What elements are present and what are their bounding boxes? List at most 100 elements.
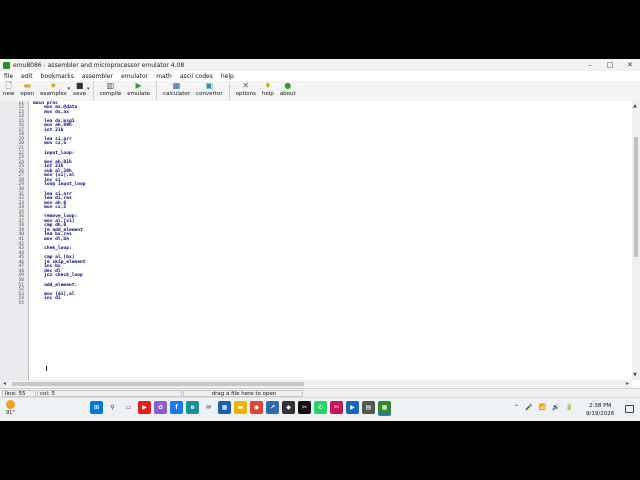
examples-button[interactable]: ★ examples xyxy=(40,81,67,98)
toolbar: 🗋 new ▬ open ★ examples ▾ ■ save ▾ ▥ compile ▶ emulat… xyxy=(0,81,640,102)
file-explorer-icon[interactable]: ▬ xyxy=(234,401,247,414)
mail-icon[interactable]: ✉ xyxy=(202,401,215,414)
new-file-icon: 🗋 xyxy=(5,81,12,90)
menu-assembler[interactable]: assembler xyxy=(78,73,117,80)
calculator-icon: ▦ xyxy=(172,81,181,90)
status-line: line: 55 xyxy=(2,390,36,397)
line-number: 55 xyxy=(18,300,24,306)
about-button[interactable]: ● about xyxy=(280,81,296,98)
new-button[interactable]: 🗋 new xyxy=(3,81,14,98)
snipping-tool-icon[interactable]: ✄ xyxy=(330,401,343,414)
app-blue-icon[interactable]: ↗ xyxy=(266,401,279,414)
tray-overflow-icon[interactable]: ⌃ xyxy=(514,404,519,411)
maximize-button[interactable]: □ xyxy=(600,61,620,69)
windows-start-icon[interactable]: ⊞ xyxy=(90,401,103,414)
examples-label: examples xyxy=(40,91,67,97)
compile-label: compile xyxy=(99,91,122,97)
menu-edit[interactable]: edit xyxy=(17,73,37,80)
emulate-play-icon: ▶ xyxy=(135,81,142,90)
save-dropdown-arrow-icon[interactable]: ▾ xyxy=(87,86,90,92)
task-view-icon[interactable]: ▭ xyxy=(122,401,135,414)
toolbar-separator xyxy=(92,82,94,100)
clock-date: 9/19/2026 xyxy=(586,411,615,417)
status-col: col: 5 xyxy=(37,390,182,397)
open-button[interactable]: ▬ open xyxy=(20,81,34,98)
edge-icon[interactable]: e xyxy=(186,401,199,414)
menu-bookmarks[interactable]: bookmarks xyxy=(37,73,78,80)
calculator-app-icon[interactable]: ▦ xyxy=(218,401,231,414)
minimize-button[interactable]: – xyxy=(580,61,600,69)
text-cursor xyxy=(46,366,47,371)
emu8086-window: emu8086 - assembler and microprocessor e… xyxy=(0,59,640,421)
sun-icon xyxy=(6,400,15,409)
calculator-label: calculator xyxy=(162,91,191,97)
menu-help[interactable]: help xyxy=(217,73,238,80)
volume-icon[interactable]: 🔊 xyxy=(552,404,559,411)
scroll-down-icon[interactable]: ▼ xyxy=(633,372,637,378)
compile-button[interactable]: ▥ compile xyxy=(100,81,122,98)
help-button[interactable]: ♦ help xyxy=(262,81,274,98)
taskbar-apps: ⊞ ⚲ ▭ ▶ ✿ f e ✉ ▦ ▬ ◉ ↗ ◆ ✂ ✆ ✄ ▶ ▤ ▦ xyxy=(90,401,391,414)
scroll-left-icon[interactable]: ◂ xyxy=(3,380,6,387)
menu-ascii-codes[interactable]: ascii codes xyxy=(176,73,217,80)
notification-icon[interactable] xyxy=(625,405,634,413)
app-gray-icon[interactable]: ▤ xyxy=(362,401,375,414)
menu-math[interactable]: math xyxy=(152,73,176,80)
emulate-button[interactable]: ▶ emulate xyxy=(127,81,150,98)
star-icon: ★ xyxy=(49,81,57,90)
emulate-label: emulate xyxy=(127,91,150,97)
new-label: new xyxy=(3,91,15,97)
title-bar: emu8086 - assembler and microprocessor e… xyxy=(0,59,640,71)
close-button[interactable]: ✕ xyxy=(620,61,640,69)
system-tray: ⌃ 🎤 📶 🔊 🔋 xyxy=(514,404,573,411)
emu8086-app-icon xyxy=(3,61,10,69)
app-dark-icon[interactable]: ◆ xyxy=(282,401,295,414)
vertical-scrollbar[interactable]: ▲ ▼ xyxy=(632,101,640,380)
calculator-button[interactable]: ▦ calculator xyxy=(163,81,190,98)
chrome-icon[interactable]: ◉ xyxy=(250,401,263,414)
microphone-icon[interactable]: 🎤 xyxy=(525,404,532,411)
photos-icon[interactable]: ✿ xyxy=(154,401,167,414)
open-folder-icon: ▬ xyxy=(23,81,32,90)
weather-temperature: 91° xyxy=(6,410,15,416)
wifi-icon[interactable]: 📶 xyxy=(539,404,546,411)
status-drop-hint: drag a file here to open xyxy=(183,390,303,397)
taskbar-clock[interactable]: 2:38 PM 9/19/2026 xyxy=(586,402,614,418)
whatsapp-icon[interactable]: ✆ xyxy=(314,401,327,414)
options-label: options xyxy=(235,91,256,97)
scroll-up-icon[interactable]: ▲ xyxy=(633,103,637,109)
convertor-icon: ▣ xyxy=(205,81,214,90)
options-tools-icon: ✕ xyxy=(242,81,250,90)
weather-widget[interactable]: 91° xyxy=(6,400,15,416)
youtube-icon[interactable]: ▶ xyxy=(138,401,151,414)
compile-icon: ▥ xyxy=(106,81,115,90)
options-button[interactable]: ✕ options xyxy=(236,81,256,98)
facebook-icon[interactable]: f xyxy=(170,401,183,414)
code-line[interactable]: 55 xyxy=(0,300,632,307)
search-icon[interactable]: ⚲ xyxy=(106,401,119,414)
code-editor[interactable]: 11 main proc 12 mov ax,@data 13 mov ds,ax 14… xyxy=(0,101,632,380)
horizontal-scrollbar[interactable]: ◂ ▸ xyxy=(0,380,632,388)
emu8086-task-icon[interactable]: ▦ xyxy=(378,401,391,414)
horizontal-scroll-thumb[interactable] xyxy=(12,382,304,386)
media-player-icon[interactable]: ▶ xyxy=(346,401,359,414)
toolbar-separator xyxy=(155,82,157,100)
help-label: help xyxy=(261,91,274,97)
clock-time: 2:38 PM xyxy=(589,403,612,409)
vertical-scroll-thumb[interactable] xyxy=(634,137,638,257)
menu-emulator[interactable]: emulator xyxy=(117,73,152,80)
open-label: open xyxy=(20,91,35,97)
save-disk-icon: ■ xyxy=(75,81,84,90)
capcut-icon[interactable]: ✂ xyxy=(298,401,311,414)
menu-bar: file edit bookmarks assembler emulator m… xyxy=(0,71,640,81)
convertor-button[interactable]: ▣ convertor xyxy=(196,81,223,98)
battery-icon[interactable]: 🔋 xyxy=(565,404,572,411)
about-label: about xyxy=(279,91,296,97)
examples-dropdown-arrow-icon[interactable]: ▾ xyxy=(68,86,71,92)
menu-file[interactable]: file xyxy=(0,73,17,80)
scroll-right-icon[interactable]: ▸ xyxy=(626,380,629,387)
window-title: emu8086 - assembler and microprocessor e… xyxy=(13,61,185,69)
about-icon: ● xyxy=(284,81,292,90)
save-button[interactable]: ■ save xyxy=(73,81,86,98)
help-bulb-icon: ♦ xyxy=(264,81,272,90)
